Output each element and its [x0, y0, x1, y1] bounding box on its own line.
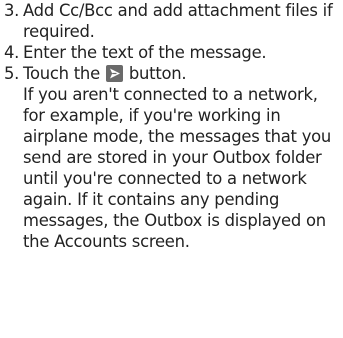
- outbox-note: If you aren't connected to a network, fo…: [23, 85, 332, 251]
- step-text: Enter the text of the message.: [23, 43, 267, 62]
- step-4: 4. Enter the text of the message.: [4, 42, 340, 63]
- step-text-before: Touch the: [23, 64, 100, 83]
- step-number: 3.: [4, 1, 20, 20]
- step-text: Add Cc/Bcc and add attachment files if r…: [23, 1, 333, 41]
- send-icon: [105, 65, 123, 82]
- step-number: 5.: [4, 64, 20, 83]
- step-5: 5. Touch the button. If you aren't conne…: [4, 63, 340, 252]
- step-text-after: button.: [128, 64, 187, 83]
- step-3: 3. Add Cc/Bcc and add attachment files i…: [4, 0, 340, 42]
- step-body: Touch the button. If you aren't connecte…: [23, 63, 340, 252]
- step-number: 4.: [4, 43, 20, 62]
- instruction-text: 3. Add Cc/Bcc and add attachment files i…: [4, 0, 340, 252]
